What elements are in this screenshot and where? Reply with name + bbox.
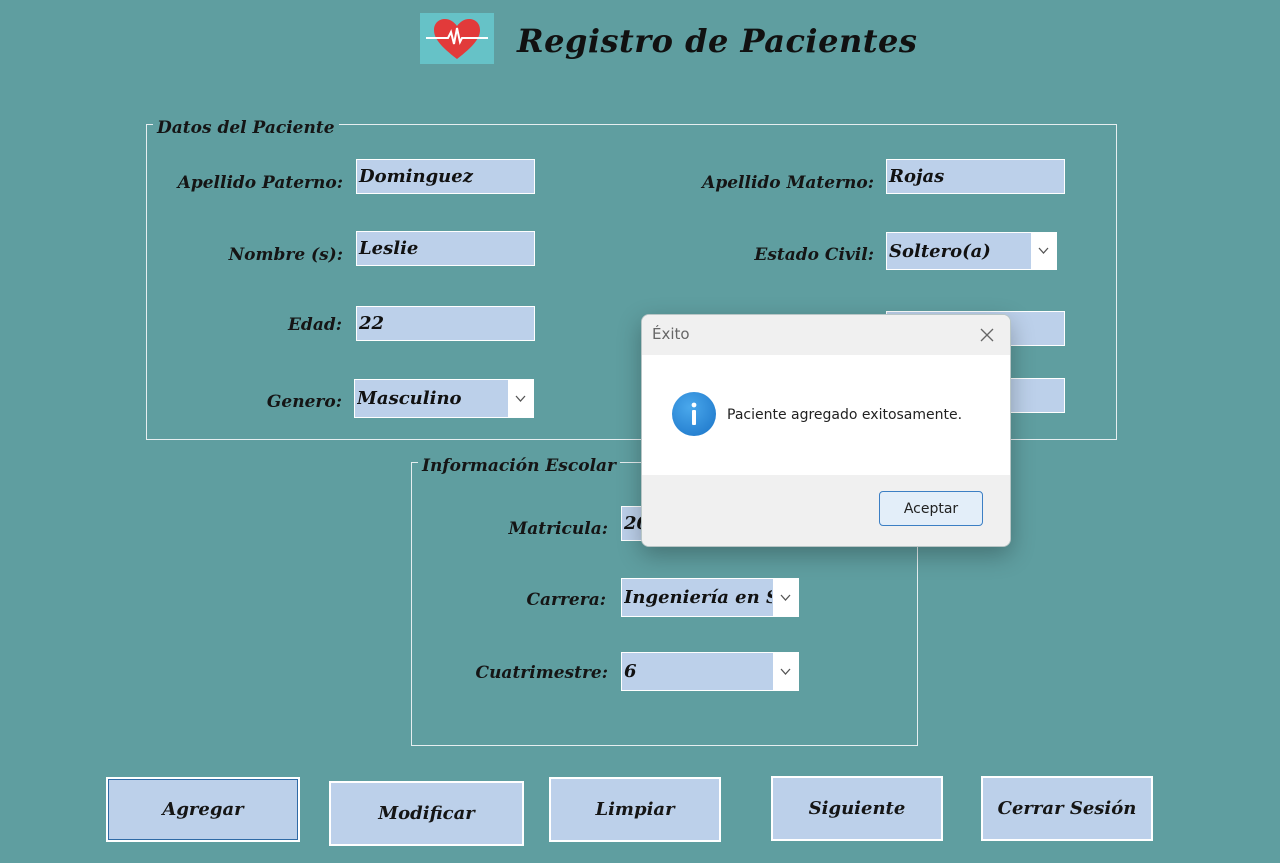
chevron-down-icon[interactable] [773,653,798,690]
estado-civil-select[interactable]: Soltero(a) [886,232,1057,270]
page-title: Registro de Pacientes [517,22,918,60]
heart-pulse-icon [420,13,494,64]
close-icon[interactable] [972,321,1002,349]
genero-label: Genero: [266,392,342,412]
agregar-button[interactable]: Agregar [106,777,300,842]
estado-civil-label: Estado Civil: [754,245,874,265]
carrera-label: Carrera: [526,590,606,610]
estado-civil-value: Soltero(a) [889,241,991,262]
limpiar-button[interactable]: Limpiar [549,777,721,842]
matricula-label: Matricula: [508,519,608,539]
dialog-footer: Aceptar [642,475,1010,546]
modificar-button[interactable]: Modificar [329,781,524,846]
carrera-value: Ingeniería en Sis [624,587,772,608]
apellido-paterno-input[interactable]: Dominguez [356,159,535,194]
siguiente-button[interactable]: Siguiente [771,776,943,841]
chevron-down-icon[interactable] [508,380,533,417]
apellido-materno-label: Apellido Materno: [702,173,874,193]
nombre-label: Nombre (s): [228,245,343,265]
school-group-legend: Información Escolar [418,456,620,476]
dialog-message: Paciente agregado exitosamente. [727,407,963,423]
cerrar-sesion-button[interactable]: Cerrar Sesión [981,776,1153,841]
genero-select[interactable]: Masculino [354,379,534,418]
aceptar-button[interactable]: Aceptar [879,491,983,526]
nombre-input[interactable]: Leslie [356,231,535,266]
apellido-materno-input[interactable]: Rojas [886,159,1065,194]
dialog-titlebar: Éxito [642,315,1010,355]
chevron-down-icon[interactable] [773,579,798,616]
apellido-paterno-label: Apellido Paterno: [177,173,343,193]
chevron-down-icon[interactable] [1031,233,1056,269]
dialog-body: Paciente agregado exitosamente. [642,355,1010,475]
edad-label: Edad: [287,315,342,335]
patient-group-legend: Datos del Paciente [153,118,339,138]
cuatrimestre-value: 6 [624,661,637,682]
success-dialog: Éxito Paciente agregado exitosamente. Ac… [641,314,1011,547]
edad-input[interactable]: 22 [356,306,535,341]
cuatrimestre-select[interactable]: 6 [621,652,799,691]
dialog-title: Éxito [652,325,690,343]
carrera-select[interactable]: Ingeniería en Sis [621,578,799,617]
genero-value: Masculino [357,388,462,409]
cuatrimestre-label: Cuatrimestre: [475,663,608,683]
info-icon [672,392,716,436]
